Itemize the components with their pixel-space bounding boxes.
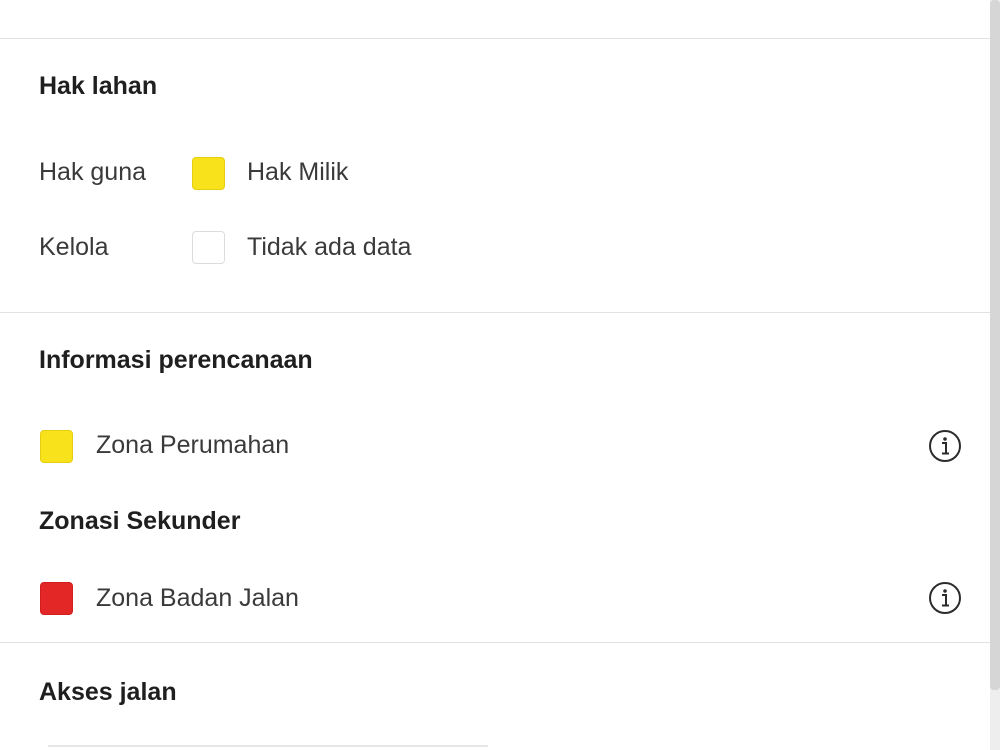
- scrollbar-track[interactable]: [990, 0, 1000, 750]
- section-divider: [0, 642, 990, 643]
- road-zone-color-swatch: [40, 582, 73, 615]
- residential-zone-color-swatch: [40, 430, 73, 463]
- land-rights-type-label: Kelola: [39, 233, 109, 261]
- top-divider: [0, 38, 990, 39]
- scrollbar-thumb[interactable]: [990, 0, 1000, 690]
- section-divider: [0, 312, 990, 313]
- no-data-legend-label: Tidak ada data: [247, 233, 412, 261]
- road-access-title: Akses jalan: [39, 678, 177, 706]
- hak-milik-color-swatch: [192, 157, 225, 190]
- no-data-color-swatch: [192, 231, 225, 264]
- info-icon[interactable]: [928, 581, 962, 615]
- hak-milik-legend-label: Hak Milik: [247, 158, 349, 186]
- land-rights-title: Hak lahan: [39, 72, 158, 100]
- info-icon[interactable]: [928, 429, 962, 463]
- residential-zone-label: Zona Perumahan: [96, 431, 290, 459]
- road-zone-label: Zona Badan Jalan: [96, 584, 299, 612]
- land-info-panel: Hak lahan Hak guna Hak Milik Kelola Tida…: [0, 0, 1000, 750]
- land-rights-type-label: Hak guna: [39, 158, 147, 186]
- planning-info-title: Informasi perencanaan: [39, 346, 313, 374]
- road-access-content-edge: [48, 745, 488, 750]
- secondary-zoning-title: Zonasi Sekunder: [39, 507, 241, 535]
